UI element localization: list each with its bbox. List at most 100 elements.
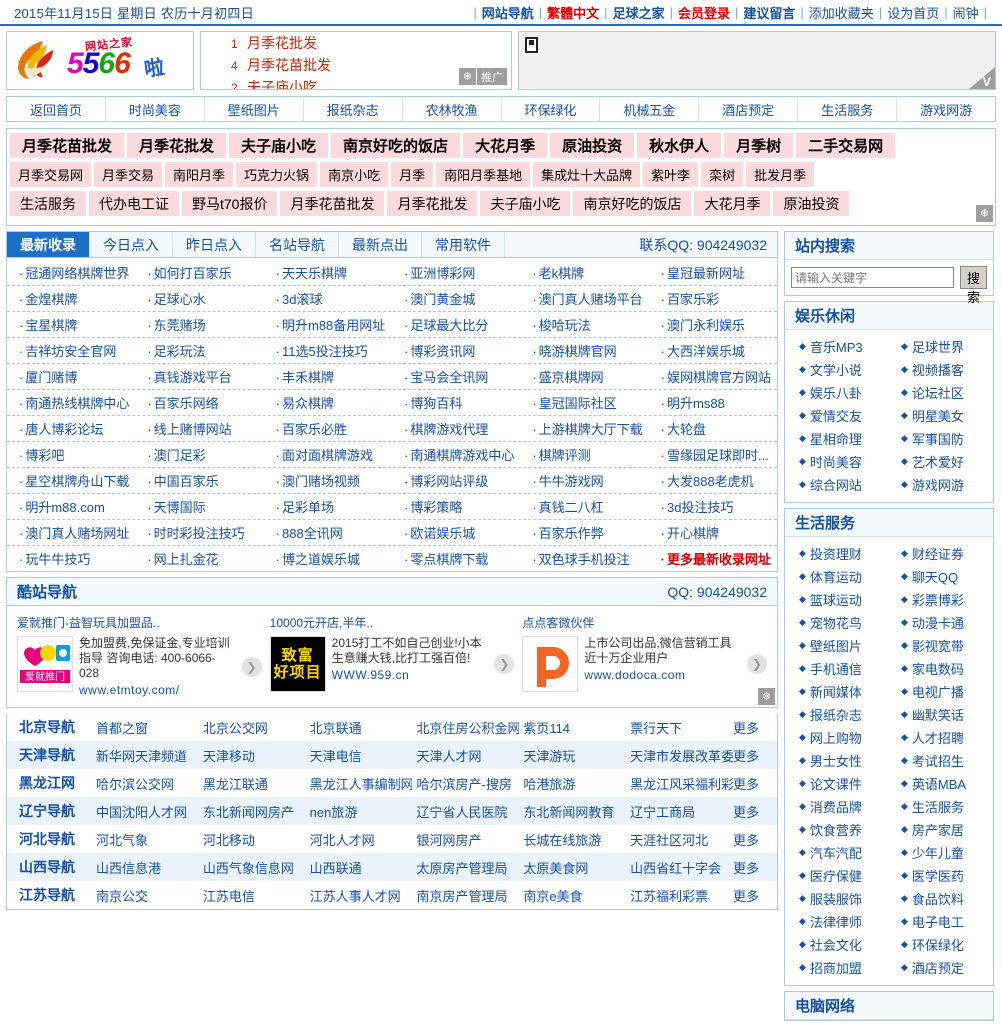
- region-link[interactable]: 哈尔滨公交网: [92, 774, 199, 793]
- region-more-link[interactable]: 更多: [733, 718, 777, 737]
- directory-link[interactable]: 线上赌博网站: [135, 419, 263, 438]
- directory-link[interactable]: 天博国际: [135, 497, 263, 516]
- keyword-tag[interactable]: 南阳月季基地: [436, 162, 531, 187]
- top-nav-link-4[interactable]: 建议留言: [743, 3, 795, 22]
- directory-link[interactable]: 3d滚球: [264, 289, 392, 308]
- cool-ad-url[interactable]: WWW.959.cn: [332, 668, 489, 682]
- directory-link[interactable]: 888全讯网: [264, 523, 392, 542]
- keyword-tag[interactable]: 秋水伊人: [637, 133, 722, 158]
- sidebar-item-家电数码[interactable]: ◆ 家电数码: [889, 657, 991, 680]
- region-link[interactable]: 辽宁工商局: [626, 802, 733, 821]
- sidebar-item-音乐MP3[interactable]: ◆ 音乐MP3: [787, 335, 889, 358]
- sidebar-item-视频播客[interactable]: ◆ 视频播客: [889, 358, 991, 381]
- chevron-right-icon[interactable]: ❯: [494, 654, 515, 674]
- directory-link[interactable]: 博狗百科: [392, 393, 520, 412]
- sidebar-item-壁纸图片[interactable]: ◆ 壁纸图片: [787, 634, 889, 657]
- directory-link[interactable]: 11选5投注技巧: [264, 341, 392, 360]
- directory-link[interactable]: 零点棋牌下载: [392, 549, 520, 568]
- directory-link[interactable]: 盛京棋牌网: [520, 367, 648, 386]
- region-link[interactable]: 北京公交网: [199, 718, 306, 737]
- top-nav-link-1[interactable]: 繁體中文: [547, 3, 599, 22]
- directory-link[interactable]: 澳门真人赌场平台: [520, 289, 648, 308]
- sidebar-item-论坛社区[interactable]: ◆ 论坛社区: [889, 381, 991, 404]
- directory-link[interactable]: 东莞赌场: [135, 315, 263, 334]
- directory-link[interactable]: 棋牌游戏代理: [392, 419, 520, 438]
- directory-link[interactable]: 易众棋牌: [264, 393, 392, 412]
- sidebar-item-电视广播[interactable]: ◆ 电视广播: [889, 680, 991, 703]
- hot-search-keyword[interactable]: 夫子庙小吃: [247, 77, 317, 89]
- region-link[interactable]: 黑龙江人事编制网: [306, 774, 413, 793]
- directory-link[interactable]: 博彩资讯网: [392, 341, 520, 360]
- hot-search-item[interactable]: 1 月季花批发: [201, 32, 511, 54]
- directory-link[interactable]: 老k棋牌: [520, 263, 648, 282]
- sidebar-item-篮球运动[interactable]: ◆ 篮球运动: [787, 588, 889, 611]
- directory-link[interactable]: 澳门黄金城: [392, 289, 520, 308]
- keyword-tag[interactable]: 巧克力火锅: [236, 162, 318, 187]
- region-more-link[interactable]: 更多: [733, 802, 777, 821]
- directory-link[interactable]: 开心棋牌: [649, 523, 777, 542]
- directory-link[interactable]: 大发888老虎机: [649, 471, 777, 490]
- region-link[interactable]: 山西信息港: [92, 858, 199, 877]
- catnav-item-环保绿化[interactable]: 环保绿化: [502, 97, 601, 121]
- catnav-item-农林牧渔[interactable]: 农林牧渔: [403, 97, 502, 121]
- keyword-tag[interactable]: 原油投资: [550, 133, 635, 158]
- region-link[interactable]: 天津人才网: [412, 746, 519, 765]
- keyword-tag[interactable]: 大花月季: [694, 191, 771, 216]
- sidebar-item-医学医药[interactable]: ◆ 医学医药: [889, 864, 991, 887]
- directory-link[interactable]: 大西洋娱乐城: [649, 341, 777, 360]
- region-link[interactable]: 票行天下: [626, 718, 733, 737]
- region-name[interactable]: 北京导航: [7, 717, 92, 737]
- top-nav-link-7[interactable]: 闹钟: [953, 3, 979, 22]
- region-link[interactable]: 山西气象信息网: [199, 858, 306, 877]
- region-link[interactable]: 天津游玩: [519, 746, 626, 765]
- directory-link[interactable]: 足球最大比分: [392, 315, 520, 334]
- directory-link[interactable]: 博彩吧: [7, 445, 135, 464]
- directory-link[interactable]: 面对面棋牌游戏: [264, 445, 392, 464]
- directory-link[interactable]: 双色球手机投注: [520, 549, 648, 568]
- region-more-link[interactable]: 更多: [733, 886, 777, 905]
- region-link[interactable]: 黑龙江联通: [199, 774, 306, 793]
- sidebar-item-少年儿童[interactable]: ◆ 少年儿童: [889, 841, 991, 864]
- directory-link[interactable]: 皇冠最新网址: [649, 263, 777, 282]
- directory-link[interactable]: 晓游棋牌官网: [520, 341, 648, 360]
- sidebar-item-体育运动[interactable]: ◆ 体育运动: [787, 565, 889, 588]
- sidebar-item-男士女性[interactable]: ◆ 男士女性: [787, 749, 889, 772]
- sidebar-item-报纸杂志[interactable]: ◆ 报纸杂志: [787, 703, 889, 726]
- catnav-item-游戏网游[interactable]: 游戏网游: [897, 97, 995, 121]
- sidebar-item-饮食营养[interactable]: ◆ 饮食营养: [787, 818, 889, 841]
- sidebar-item-爱情交友[interactable]: ◆ 爱情交友: [787, 404, 889, 427]
- sidebar-item-网上购物[interactable]: ◆ 网上购物: [787, 726, 889, 749]
- region-link[interactable]: 南京房产管理局: [412, 886, 519, 905]
- region-link[interactable]: 新华网天津频道: [92, 746, 199, 765]
- region-more-link[interactable]: 更多: [733, 774, 777, 793]
- directory-link[interactable]: 时时彩投注技巧: [135, 523, 263, 542]
- keyword-tag[interactable]: 栾树: [701, 162, 744, 187]
- keyword-tag[interactable]: 大花月季: [463, 133, 548, 158]
- sidebar-item-招商加盟[interactable]: ◆ 招商加盟: [787, 956, 889, 979]
- region-link[interactable]: 北京联通: [306, 718, 413, 737]
- tab-昨日点入[interactable]: 昨日点入: [173, 232, 256, 257]
- keyword-tag[interactable]: 月季交易: [94, 162, 163, 187]
- region-link[interactable]: 天津移动: [199, 746, 306, 765]
- region-name[interactable]: 黑龙江网: [7, 773, 92, 793]
- directory-link[interactable]: 博之道娱乐城: [264, 549, 392, 568]
- directory-link[interactable]: 博彩策略: [392, 497, 520, 516]
- sidebar-item-明星美女[interactable]: ◆ 明星美女: [889, 404, 991, 427]
- directory-link[interactable]: 百家乐作弊: [520, 523, 648, 542]
- top-nav-link-5[interactable]: 添加收藏夹: [809, 3, 874, 22]
- sidebar-item-彩票博彩[interactable]: ◆ 彩票博彩: [889, 588, 991, 611]
- directory-link[interactable]: 澳门赌场视频: [264, 471, 392, 490]
- directory-link[interactable]: 金煌棋牌: [7, 289, 135, 308]
- region-name[interactable]: 辽宁导航: [7, 801, 92, 821]
- directory-link[interactable]: 宝马会全讯网: [392, 367, 520, 386]
- catnav-item-报纸杂志[interactable]: 报纸杂志: [304, 97, 403, 121]
- top-nav-link-2[interactable]: 足球之家: [613, 3, 665, 22]
- catnav-item-酒店预定[interactable]: 酒店预定: [699, 97, 799, 121]
- catnav-item-生活服务[interactable]: 生活服务: [798, 97, 898, 121]
- region-link[interactable]: 山西联通: [306, 858, 413, 877]
- sidebar-item-新闻媒体[interactable]: ◆ 新闻媒体: [787, 680, 889, 703]
- top-nav-link-3[interactable]: 会员登录: [678, 3, 730, 22]
- keyword-tag[interactable]: 批发月季: [746, 162, 815, 187]
- site-logo[interactable]: 网站之家 5566 啦: [6, 31, 194, 90]
- directory-link[interactable]: 欧诺娱乐城: [392, 523, 520, 542]
